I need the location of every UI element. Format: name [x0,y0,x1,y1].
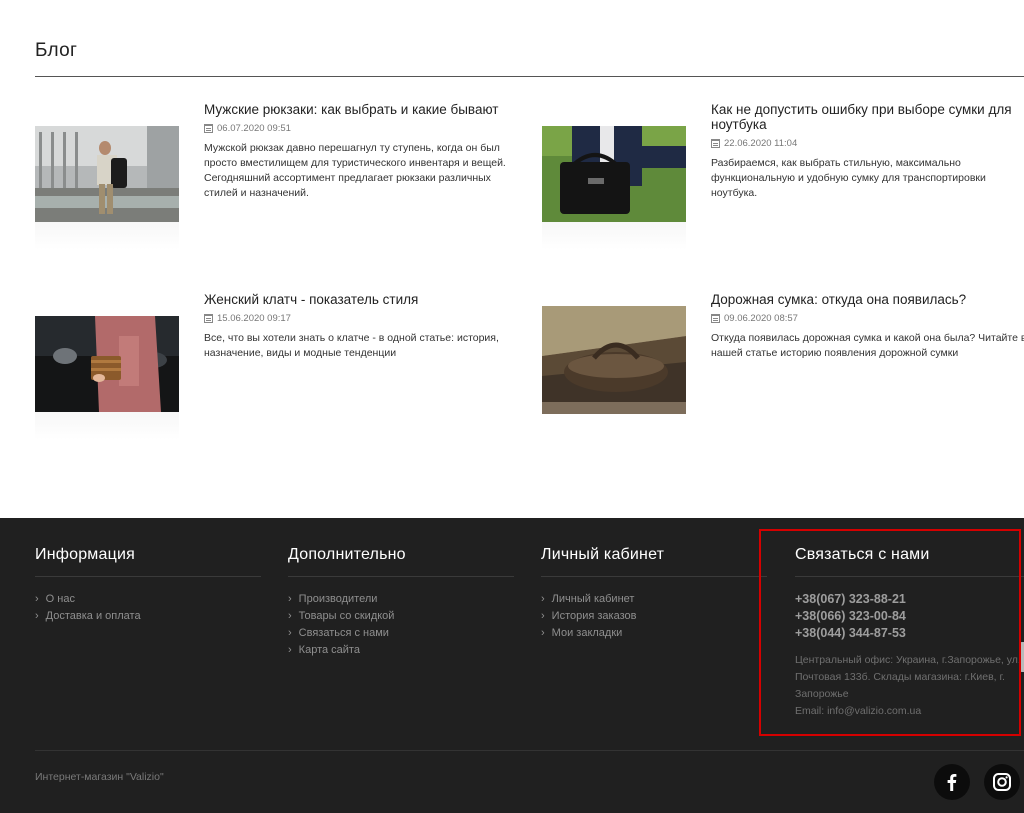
phone-number[interactable]: +38(067) 323-88-21 [795,591,1024,608]
footer-link-order-history[interactable]: История заказов [541,608,767,625]
footer-divider [35,576,261,577]
footer-link-sitemap[interactable]: Карта сайта [288,642,514,659]
footer-column-info: Информация О нас Доставка и оплата [35,546,261,625]
post-title[interactable]: Как не допустить ошибку при выборе сумки… [711,102,1024,132]
facebook-link[interactable] [934,764,970,800]
footer-column-extra: Дополнительно Производители Товары со ск… [288,546,514,659]
post-thumbnail[interactable] [35,316,179,412]
address-text: Центральный офис: Украина, г.Запорожье, … [795,654,1021,700]
contact-address: Центральный офис: Украина, г.Запорожье, … [795,652,1024,720]
footer-bottom-divider [35,750,1024,751]
post-excerpt: Разбираемся, как выбрать стильную, макси… [711,157,986,199]
footer-link-contact[interactable]: Связаться с нами [288,625,514,642]
calendar-icon [204,124,213,133]
footer-link-about[interactable]: О нас [35,591,261,608]
footer-divider [288,576,514,577]
calendar-icon [711,314,720,323]
contact-email[interactable]: Email: info@valizio.com.ua [795,705,921,717]
thumbnail-fade [542,222,686,250]
post-title[interactable]: Дорожная сумка: откуда она появилась? [711,292,1024,307]
footer-link-manufacturers[interactable]: Производители [288,591,514,608]
post-excerpt: Мужской рюкзак давно перешагнул ту ступе… [204,142,506,199]
thumbnail-fade [35,412,179,440]
blog-post: Дорожная сумка: откуда она появилась? 09… [542,292,1024,442]
post-title[interactable]: Мужские рюкзаки: как выбрать и какие быв… [204,102,522,117]
footer-heading-account: Личный кабинет [541,546,665,563]
footer-heading-info: Информация [35,546,135,563]
blog-post: Как не допустить ошибку при выборе сумки… [542,102,1024,252]
instagram-icon [993,773,1011,791]
blog-post: Мужские рюкзаки: как выбрать и какие быв… [35,102,535,252]
post-excerpt: Откуда появилась дорожная сумка и какой … [711,332,1024,359]
facebook-icon [947,774,957,791]
footer-column-contact: Связаться с нами +38(067) 323-88-21 +38(… [795,546,1024,720]
post-date: 22.06.2020 11:04 [711,138,1024,149]
post-thumbnail[interactable] [35,126,179,222]
footer-heading-contact: Связаться с нами [795,546,930,563]
phone-number[interactable]: +38(066) 323-00-84 [795,608,1024,625]
calendar-icon [204,314,213,323]
calendar-icon [711,139,720,148]
post-title[interactable]: Женский клатч - показатель стиля [204,292,522,307]
footer-divider [795,576,1024,577]
footer-link-specials[interactable]: Товары со скидкой [288,608,514,625]
post-date-text: 06.07.2020 09:51 [217,123,291,134]
post-date-text: 09.06.2020 08:57 [724,313,798,324]
footer-heading-extra: Дополнительно [288,546,406,563]
footer-link-account[interactable]: Личный кабинет [541,591,767,608]
post-date-text: 15.06.2020 09:17 [217,313,291,324]
footer-link-wishlist[interactable]: Мои закладки [541,625,767,642]
post-date: 15.06.2020 09:17 [204,313,522,324]
phone-number[interactable]: +38(044) 344-87-53 [795,625,1024,642]
post-excerpt: Все, что вы хотели знать о клатче - в од… [204,332,499,359]
site-footer: Информация О нас Доставка и оплата Допол… [0,518,1024,813]
post-thumbnail[interactable] [542,126,686,222]
blog-post: Женский клатч - показатель стиля 15.06.2… [35,292,535,442]
instagram-link[interactable] [984,764,1020,800]
page-title: Блог [35,40,78,61]
post-date: 06.07.2020 09:51 [204,123,522,134]
title-divider [35,76,1024,77]
thumbnail-fade [35,222,179,250]
footer-link-delivery[interactable]: Доставка и оплата [35,608,261,625]
post-thumbnail[interactable] [542,306,686,414]
footer-divider [541,576,767,577]
post-date-text: 22.06.2020 11:04 [724,138,798,149]
post-date: 09.06.2020 08:57 [711,313,1024,324]
side-widget-tab[interactable] [1020,642,1024,672]
copyright-text: Интернет-магазин "Valizio" [35,771,164,783]
footer-column-account: Личный кабинет Личный кабинет История за… [541,546,767,642]
